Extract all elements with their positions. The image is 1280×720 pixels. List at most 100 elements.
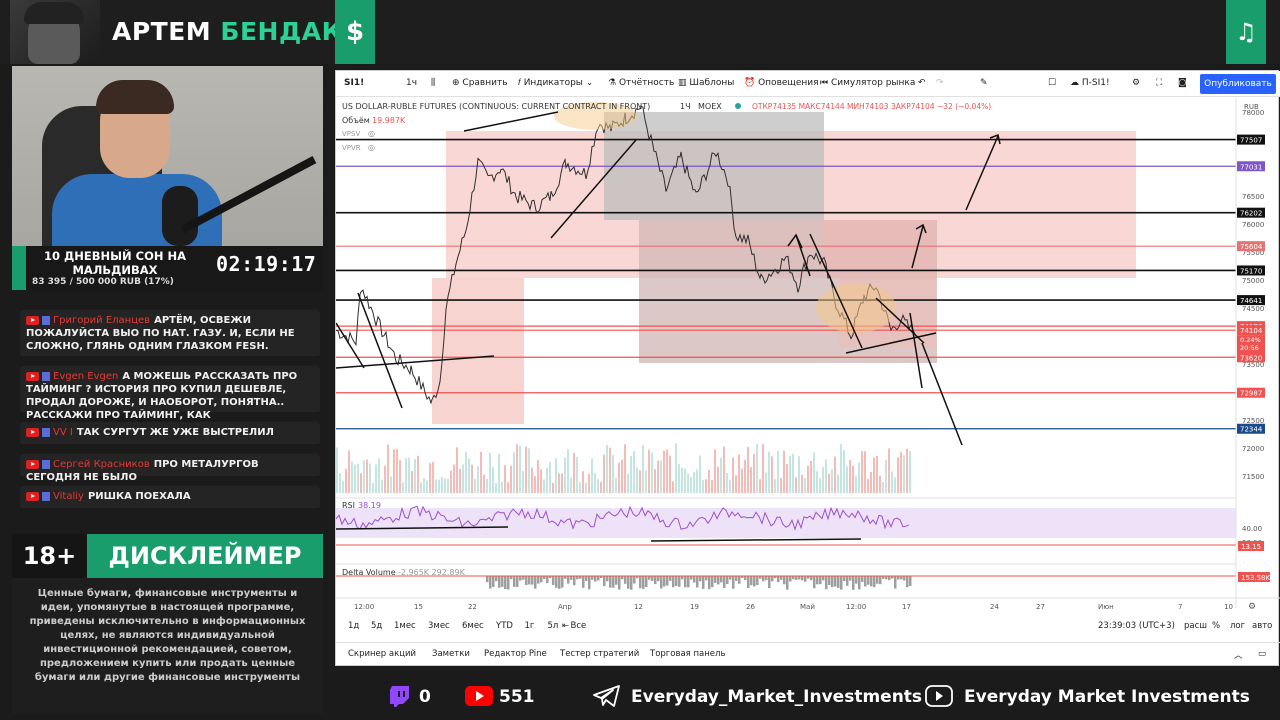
indicators-label: Индикаторы: [523, 78, 583, 88]
avatar: [42, 371, 50, 381]
delta-bar: [504, 576, 507, 590]
interval-button[interactable]: 1ч: [406, 78, 417, 88]
tab-screener[interactable]: Скринер акций: [348, 649, 416, 659]
brush-tool-icon[interactable]: ✎: [980, 78, 988, 88]
templates-label: Шаблоны: [689, 78, 735, 88]
scale-option[interactable]: %: [1212, 621, 1220, 631]
maximize-icon[interactable]: ▭: [1258, 649, 1266, 659]
delta-bar: [873, 576, 876, 588]
undo-icon[interactable]: ↶: [918, 78, 926, 88]
timeframe-button[interactable]: 1мес: [394, 621, 416, 631]
camera-icon[interactable]: ◙: [1178, 78, 1187, 88]
delta-bar: [675, 576, 678, 586]
delta-bar: [642, 576, 645, 589]
volume-bar: [795, 477, 797, 493]
price-chart[interactable]: 7800077500770007650076000755007500074500…: [336, 98, 1280, 636]
volume-bar: [744, 459, 746, 493]
volume-bar: [828, 473, 830, 493]
indicators-button[interactable]: 𝑓 Индикаторы ⌄: [518, 78, 593, 88]
compare-button[interactable]: ⊕ Сравнить: [452, 78, 508, 88]
volume-bar: [408, 457, 410, 493]
volume-bar: [516, 444, 518, 493]
financials-button[interactable]: ⚗ Отчётность: [608, 78, 674, 88]
checkbox-icon[interactable]: ☐: [1048, 78, 1056, 88]
templates-icon: ▥: [678, 78, 687, 88]
timeframe-button[interactable]: 5д: [371, 621, 382, 631]
time-axis-settings-icon[interactable]: ⚙: [1248, 602, 1256, 612]
timeframe-button[interactable]: YTD: [496, 621, 513, 631]
volume-bar: [531, 467, 533, 493]
tab-notes[interactable]: Заметки: [432, 649, 470, 659]
delta-bar: [876, 576, 879, 584]
scale-option[interactable]: лог: [1230, 621, 1245, 631]
scale-option[interactable]: авто: [1252, 621, 1272, 631]
volume-bar: [642, 445, 644, 493]
timeframe-button[interactable]: 1г: [525, 621, 535, 631]
delta-bar: [582, 576, 585, 588]
redo-icon[interactable]: ↷: [936, 78, 944, 88]
volume-bar: [813, 452, 815, 493]
delta-bar: [699, 576, 702, 582]
publish-button[interactable]: Опубликовать: [1200, 74, 1276, 94]
timeframe-button[interactable]: Все: [571, 621, 587, 631]
tab-strategy-tester[interactable]: Тестер стратегий: [560, 649, 639, 659]
delta-bar: [615, 576, 618, 585]
brand-first: АРТЕМ: [112, 17, 212, 46]
timeframe-button[interactable]: 6мес: [462, 621, 484, 631]
level-label: 72344: [1240, 426, 1263, 434]
volume-bar: [618, 462, 620, 493]
timeframe-button[interactable]: 1д: [348, 621, 359, 631]
delta-bar: [834, 576, 837, 587]
delta-bar: [609, 576, 612, 588]
time-tick: 10: [1224, 603, 1233, 611]
delta-bar: [738, 576, 741, 584]
templates-button[interactable]: ▥ Шаблоны: [678, 78, 734, 88]
chevron-up-icon[interactable]: ︿: [1234, 649, 1243, 661]
delta-bar: [573, 576, 576, 586]
volume-bar: [717, 466, 719, 493]
volume-bar: [354, 464, 356, 493]
gear-icon[interactable]: ⚙: [1132, 78, 1140, 88]
highlight-ellipse: [816, 283, 896, 333]
market-open-icon: [735, 103, 741, 109]
tab-trading-panel[interactable]: Торговая панель: [650, 649, 725, 659]
eye-off-icon[interactable]: ◎: [368, 143, 375, 152]
tab-pine-editor[interactable]: Редактор Pine: [484, 649, 547, 659]
replay-button[interactable]: ⏮ Симулятор рынка: [820, 78, 915, 88]
volume-bar: [594, 472, 596, 493]
youtube-icon: [26, 371, 39, 381]
scale-option[interactable]: расш: [1184, 621, 1207, 631]
delta-bar: [729, 576, 732, 580]
volume-bar: [849, 459, 851, 493]
volume-bar: [807, 465, 809, 493]
youtube-play-icon: [925, 685, 953, 707]
compare-label: Сравнить: [462, 78, 508, 88]
streamer-name: АРТЕМ БЕНДАК: [112, 17, 343, 46]
volume-bar: [438, 479, 440, 493]
symbol-button[interactable]: SI1!: [344, 78, 364, 88]
volume-bar: [876, 455, 878, 493]
volume-bar: [465, 451, 467, 493]
timeframe-button[interactable]: 5л: [548, 621, 559, 631]
candle-style-icon[interactable]: ⫼: [431, 78, 435, 88]
alerts-button[interactable]: ⏰ Оповещения: [744, 78, 819, 88]
disclaimer-text: Ценные бумаги, финансовые инструменты и …: [29, 588, 306, 683]
volume-bar: [771, 456, 773, 493]
delta-bar: [750, 576, 753, 586]
delta-bar: [870, 576, 873, 587]
volume-bar: [624, 444, 626, 493]
volume-bar: [900, 452, 902, 493]
volume-bar: [420, 482, 422, 493]
date-range-icon[interactable]: ⇤: [562, 621, 569, 631]
rsi-band: [336, 508, 1236, 538]
fullscreen-icon[interactable]: ⛶: [1156, 78, 1162, 88]
volume-bar: [804, 478, 806, 493]
chat-message: Григорий Еланцев АРТЁМ, ОСВЕЖИ ПОЖАЛУЙСТА…: [20, 310, 320, 356]
delta-bar: [789, 576, 792, 582]
vpvr-label: VPVR: [342, 144, 361, 152]
eye-off-icon[interactable]: ◎: [368, 129, 375, 138]
layout-button[interactable]: ☁ П-SI1!: [1070, 78, 1110, 88]
volume-bar: [555, 458, 557, 493]
timeframe-button[interactable]: 3мес: [428, 621, 450, 631]
chat-message: VV I ТАК СУРГУТ ЖЕ УЖЕ ВЫСТРЕЛИЛ: [20, 422, 320, 444]
